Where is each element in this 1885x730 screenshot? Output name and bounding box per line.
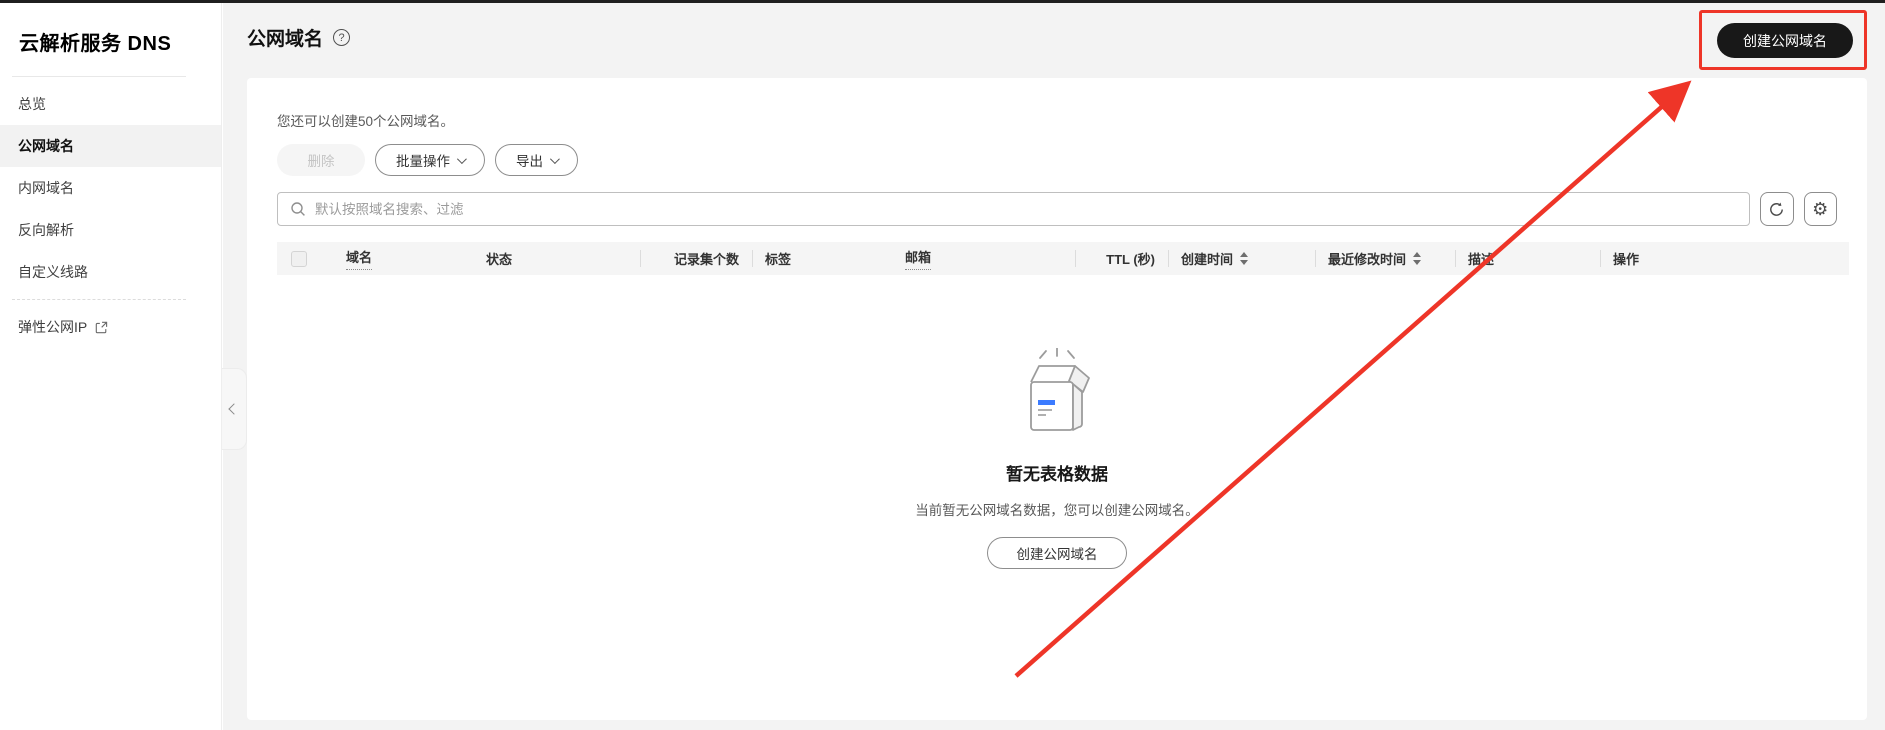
column-header-label: TTL (秒) bbox=[1106, 252, 1155, 267]
refresh-icon bbox=[1770, 201, 1784, 216]
column-header-4: 邮箱 bbox=[892, 242, 1075, 275]
column-header-label: 状态 bbox=[486, 252, 513, 267]
external-link-icon bbox=[95, 321, 108, 333]
sidebar-item-label: 反向解析 bbox=[18, 222, 74, 238]
column-header-label: 操作 bbox=[1613, 252, 1640, 267]
create-domain-button-empty[interactable]: 创建公网域名 bbox=[987, 537, 1127, 569]
sidebar-item-label: 弹性公网IP bbox=[18, 319, 88, 335]
export-button[interactable]: 导出 bbox=[495, 144, 578, 176]
chevron-left-icon bbox=[228, 403, 240, 415]
column-header-1: 状态 bbox=[473, 242, 640, 275]
batch-actions-label: 批量操作 bbox=[396, 154, 450, 169]
dashed-divider bbox=[12, 299, 186, 300]
sidebar-item-1[interactable]: 公网域名 bbox=[0, 125, 221, 167]
sidebar-collapse-handle[interactable] bbox=[222, 368, 247, 450]
settings-button[interactable]: ⚙ bbox=[1803, 192, 1837, 226]
table-header-row: 域名 状态 记录集个数 标签 邮箱 TTL (秒) 创建时间 最近修改时间 描述 操作 bbox=[277, 242, 1849, 275]
column-header-label: 记录集个数 bbox=[673, 252, 739, 267]
main-content: 公网域名 ? 创建公网域名 您还可以创建50个公网域名。 删除 批量操作 导出 bbox=[223, 3, 1885, 730]
service-title: 云解析服务 DNS bbox=[19, 33, 172, 55]
empty-box-icon bbox=[1030, 348, 1090, 431]
column-header-3: 标签 bbox=[752, 242, 892, 275]
sidebar-item-label: 内网域名 bbox=[18, 180, 74, 196]
batch-actions-button[interactable]: 批量操作 bbox=[375, 144, 485, 176]
column-header-6[interactable]: 创建时间 bbox=[1168, 242, 1315, 275]
sort-icon[interactable] bbox=[1413, 252, 1422, 265]
filter-row: ⚙ bbox=[277, 192, 1837, 226]
column-header-5: TTL (秒) bbox=[1075, 242, 1168, 275]
sort-icon[interactable] bbox=[1240, 252, 1249, 265]
sidebar-item-eip[interactable]: 弹性公网IP bbox=[0, 306, 221, 348]
gear-icon: ⚙ bbox=[1812, 199, 1829, 219]
column-header-label: 最近修改时间 bbox=[1328, 252, 1407, 267]
content-card: 您还可以创建50个公网域名。 删除 批量操作 导出 默认按照域名搜索、过滤 ⚙ … bbox=[247, 78, 1867, 720]
column-header-8: 描述 bbox=[1455, 242, 1600, 275]
chevron-down-icon bbox=[456, 153, 467, 164]
sidebar-item-3[interactable]: 反向解析 bbox=[0, 209, 221, 251]
page-title: 公网域名 ? bbox=[247, 24, 351, 51]
search-box[interactable] bbox=[277, 192, 1750, 226]
page-title-text: 公网域名 bbox=[247, 29, 324, 50]
sidebar-item-label: 总览 bbox=[18, 96, 46, 112]
quota-text: 您还可以创建50个公网域名。 bbox=[277, 114, 455, 129]
column-header-label: 邮箱 bbox=[905, 247, 932, 270]
toolbar: 删除 批量操作 导出 bbox=[277, 144, 1867, 176]
column-header-9: 操作 bbox=[1600, 242, 1849, 275]
delete-button[interactable]: 删除 bbox=[277, 144, 365, 176]
help-icon[interactable]: ? bbox=[333, 29, 351, 46]
window-top-edge bbox=[0, 0, 1885, 3]
column-header-2: 记录集个数 bbox=[640, 242, 752, 275]
column-header-label: 标签 bbox=[765, 252, 792, 267]
search-input[interactable] bbox=[315, 201, 1737, 217]
empty-subtitle: 当前暂无公网域名数据，您可以创建公网域名。 bbox=[915, 503, 1199, 518]
select-all-cell bbox=[277, 242, 333, 275]
column-header-label: 创建时间 bbox=[1181, 252, 1234, 267]
export-label: 导出 bbox=[516, 154, 543, 169]
sidebar-item-2[interactable]: 内网域名 bbox=[0, 167, 221, 209]
search-icon bbox=[291, 202, 305, 216]
create-domain-button-top[interactable]: 创建公网域名 bbox=[1717, 23, 1853, 58]
column-header-0: 域名 bbox=[333, 242, 473, 275]
column-header-label: 描述 bbox=[1468, 252, 1495, 267]
column-header-label: 域名 bbox=[346, 247, 373, 270]
sidebar-nav: 总览公网域名内网域名反向解析自定义线路 bbox=[0, 83, 221, 293]
sidebar-item-0[interactable]: 总览 bbox=[0, 83, 221, 125]
page-header: 公网域名 ? 创建公网域名 bbox=[223, 3, 1885, 75]
sidebar-item-label: 自定义线路 bbox=[18, 264, 88, 280]
chevron-down-icon bbox=[549, 153, 560, 164]
divider bbox=[12, 76, 186, 77]
sidebar-item-label: 公网域名 bbox=[18, 138, 74, 154]
select-all-checkbox[interactable] bbox=[291, 250, 307, 267]
empty-state: 暂无表格数据 当前暂无公网域名数据，您可以创建公网域名。 创建公网域名 bbox=[247, 348, 1867, 569]
refresh-button[interactable] bbox=[1760, 192, 1794, 226]
sidebar-item-4[interactable]: 自定义线路 bbox=[0, 251, 221, 293]
column-header-7[interactable]: 最近修改时间 bbox=[1315, 242, 1455, 275]
empty-title: 暂无表格数据 bbox=[1006, 465, 1108, 484]
sidebar: 云解析服务 DNS 总览公网域名内网域名反向解析自定义线路 弹性公网IP bbox=[0, 3, 222, 730]
